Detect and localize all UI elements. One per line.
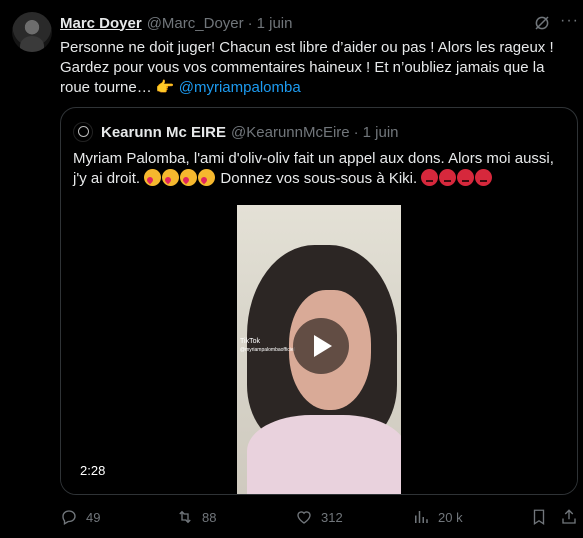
tiktok-brand: TikTok [240,338,260,345]
author-handle[interactable]: @Marc_Doyer [147,15,244,32]
video-duration: 2:28 [80,463,106,478]
action-bar: 49 88 312 20 k [60,506,578,528]
like-count: 312 [321,509,343,525]
share-button[interactable] [560,506,578,528]
mention-link[interactable]: @myriampalomba [179,79,301,96]
retweet-count: 88 [202,509,217,525]
tweet[interactable]: Marc Doyer @Marc_Doyer · 1 juin ··· Pers… [0,0,583,538]
quote-author-name[interactable]: Kearunn Mc EIRE [101,124,226,141]
retweet-button[interactable]: 88 [176,506,216,528]
like-button[interactable]: 312 [295,506,343,528]
quote-body-end: Donnez vos sous-sous à Kiki. [220,170,418,187]
author-name[interactable]: Marc Doyer [60,15,142,32]
angry-face-emoji-icon [421,169,439,186]
separator-dot: · [247,14,253,32]
author-avatar[interactable] [12,12,52,52]
quote-header: Kearunn Mc EIRE @KearunnMcEire · 1 juin [73,122,399,142]
angry-face-emoji-icon [475,169,493,186]
bookmark-button[interactable] [530,506,548,528]
tweet-header: Marc Doyer @Marc_Doyer · 1 juin [60,12,571,34]
smiling-hearts-emoji-icon [198,169,216,186]
smiling-hearts-emoji-icon [162,169,180,186]
quote-author-avatar[interactable] [73,122,93,142]
video-player[interactable]: TikTok @myriampalombaofficiel 2:28 [61,205,577,494]
reply-button[interactable]: 49 [60,506,100,528]
smiling-hearts-emoji-icon [180,169,198,186]
quote-time[interactable]: 1 juin [363,124,399,141]
views-chart-icon [415,511,428,523]
share-icon [562,509,576,524]
tweet-time[interactable]: 1 juin [257,15,293,32]
views-button[interactable]: 20 k [412,506,463,528]
tiktok-handle: @myriampalombaofficiel [240,347,295,353]
video-subject-shirt [247,415,401,494]
tiktok-watermark: TikTok @myriampalombaofficiel [240,338,295,354]
views-count: 20 k [438,509,463,525]
quoted-tweet[interactable]: Kearunn Mc EIRE @KearunnMcEire · 1 juin … [60,107,578,495]
quote-text: Myriam Palomba, l'ami d'oliv-oliv fait u… [73,149,567,189]
quote-separator-dot: · [353,123,359,141]
tweet-text: Personne ne doit juger! Chacun est libre… [60,38,570,98]
reply-count: 49 [86,509,101,525]
bookmark-icon [533,509,545,526]
more-options-icon[interactable]: ··· [560,12,579,30]
angry-face-emoji-icon [457,169,475,186]
play-button-icon[interactable] [293,318,349,374]
tweet-body: Personne ne doit juger! Chacun est libre… [60,39,554,96]
retweet-icon [179,510,191,524]
reply-icon [62,510,76,525]
heart-icon [297,511,311,524]
angry-face-emoji-icon [439,169,457,186]
quote-author-handle[interactable]: @KearunnMcEire [231,124,350,141]
smiling-hearts-emoji-icon [144,169,162,186]
grok-icon[interactable] [533,14,551,32]
